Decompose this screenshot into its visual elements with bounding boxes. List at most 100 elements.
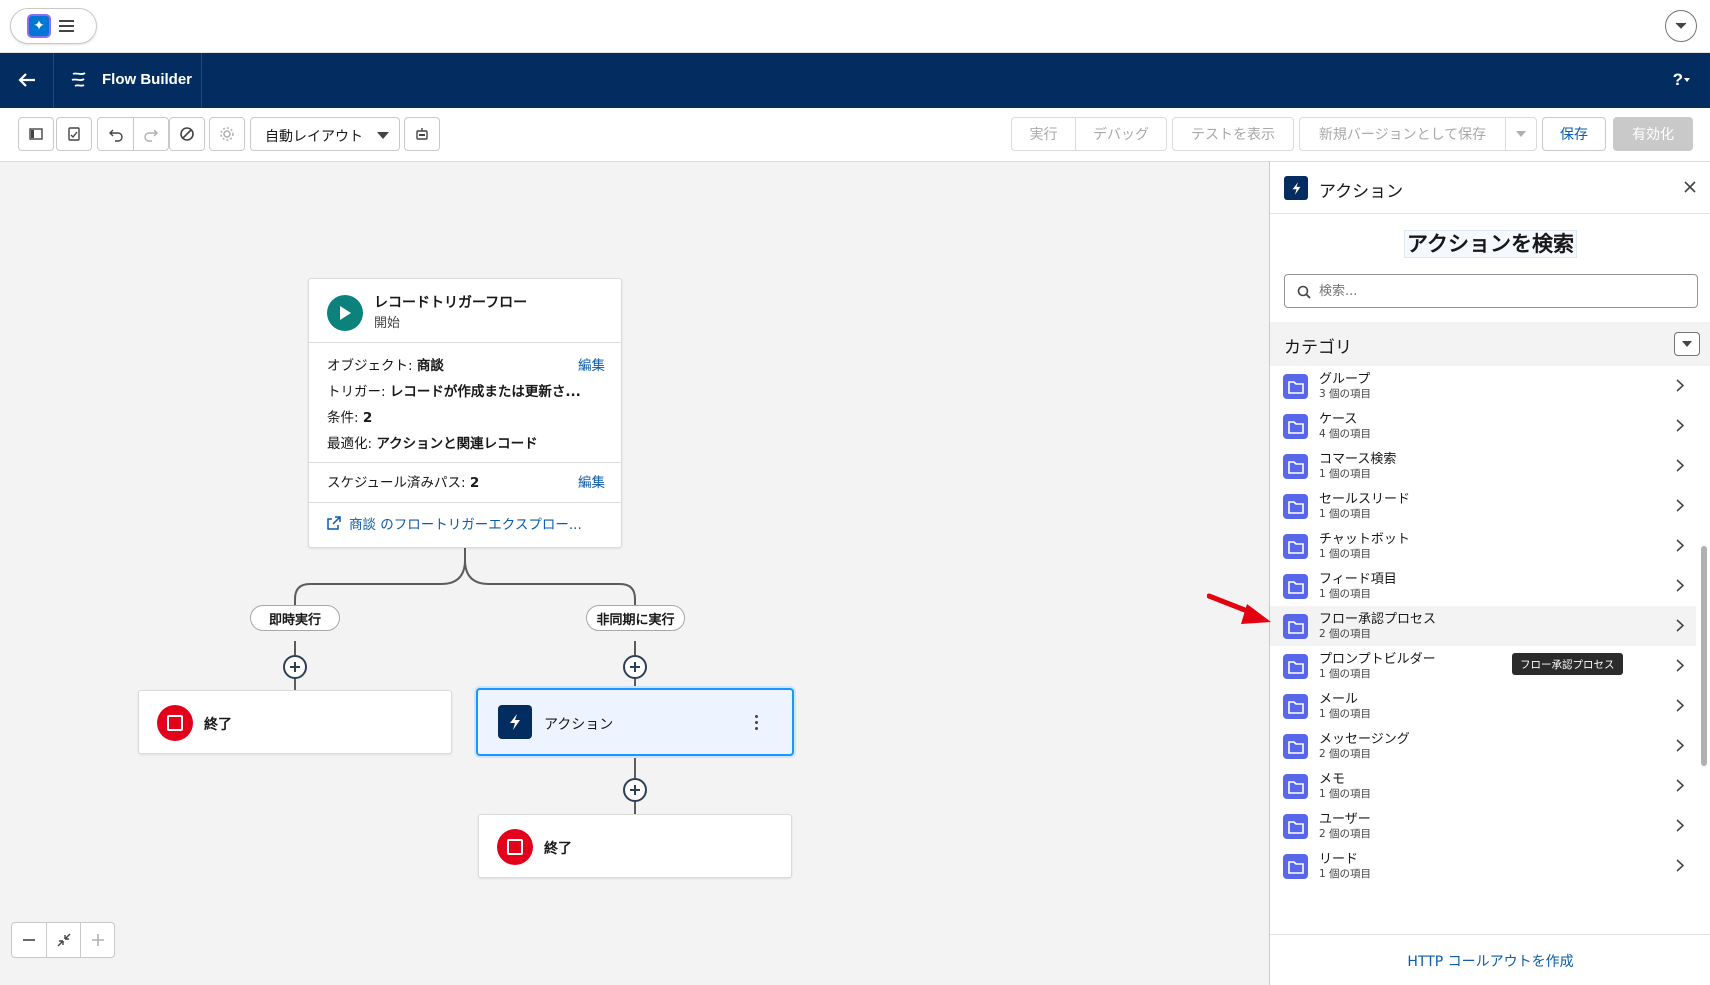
end-element-card[interactable]: 終了 bbox=[138, 690, 452, 754]
category-item[interactable]: セールスリード 1 個の項目 bbox=[1270, 486, 1696, 526]
scrollbar[interactable] bbox=[1701, 546, 1707, 766]
add-element-button[interactable] bbox=[283, 655, 307, 679]
flow-builder-header: Flow Builder ? bbox=[0, 53, 1710, 108]
create-http-callout-link[interactable]: HTTP コールアウトを作成 bbox=[1270, 934, 1710, 985]
undo-icon bbox=[108, 129, 123, 142]
hamburger-icon[interactable] bbox=[59, 20, 74, 32]
debug-button[interactable]: デバッグ bbox=[1075, 117, 1167, 151]
category-item[interactable]: グループ 3 個の項目 bbox=[1270, 366, 1696, 406]
search-input[interactable] bbox=[1319, 281, 1679, 301]
category-item[interactable]: ケース 4 個の項目 bbox=[1270, 406, 1696, 446]
edit-object-link[interactable]: 編集 bbox=[578, 354, 605, 374]
branch-immediate-label[interactable]: 即時実行 bbox=[250, 605, 340, 631]
category-item[interactable]: メモ 1 個の項目 bbox=[1270, 766, 1696, 806]
category-item[interactable]: プロンプトビルダー 1 個の項目 bbox=[1270, 646, 1696, 686]
plus-icon bbox=[630, 785, 640, 795]
zoom-out-button[interactable] bbox=[12, 923, 46, 957]
zoom-controls bbox=[11, 922, 115, 958]
chevron-right-icon bbox=[1676, 699, 1684, 712]
category-item[interactable]: フロー承認プロセス 2 個の項目 bbox=[1270, 606, 1696, 646]
robot-button[interactable] bbox=[404, 117, 440, 151]
trigger-explorer-link[interactable]: 商談 のフロートリガーエクスプロー... bbox=[309, 503, 621, 547]
block-icon bbox=[180, 127, 194, 141]
trigger-explorer-text: 商談 のフロートリガーエクスプロー... bbox=[349, 517, 582, 533]
optimize-value: アクションと関連レコード bbox=[376, 436, 538, 452]
category-item[interactable]: コマース検索 1 個の項目 bbox=[1270, 446, 1696, 486]
chevron-right-icon bbox=[1676, 579, 1684, 592]
sparkle-icon[interactable]: ✦ bbox=[27, 14, 51, 38]
category-name: フロー承認プロセス bbox=[1319, 612, 1437, 627]
object-value: 商談 bbox=[416, 358, 444, 374]
help-caret-icon[interactable] bbox=[1684, 78, 1690, 82]
category-item[interactable]: ユーザー 2 個の項目 bbox=[1270, 806, 1696, 846]
category-item[interactable]: メッセージング 2 個の項目 bbox=[1270, 726, 1696, 766]
tooltip: フロー承認プロセス bbox=[1512, 653, 1623, 675]
flow-icon bbox=[71, 72, 86, 87]
action-panel: アクション アクションを検索 カテゴリ グループ3 個の項目ケース4 個の項目コ… bbox=[1269, 162, 1710, 985]
chevron-down-icon bbox=[1675, 22, 1687, 29]
help-button[interactable]: ? bbox=[1673, 70, 1683, 90]
undo-button[interactable] bbox=[98, 118, 133, 150]
branch-async-label[interactable]: 非同期に実行 bbox=[586, 605, 685, 631]
end-label: 終了 bbox=[204, 717, 232, 733]
layout-select[interactable]: 自動レイアウト bbox=[250, 117, 400, 151]
category-name: メッセージング bbox=[1319, 732, 1410, 747]
errors-button[interactable] bbox=[169, 117, 205, 151]
end-element-card[interactable]: 終了 bbox=[478, 814, 792, 878]
redo-button[interactable] bbox=[133, 118, 168, 150]
activate-button[interactable]: 有効化 bbox=[1613, 117, 1693, 151]
zoom-in-button[interactable] bbox=[80, 923, 114, 957]
app-launcher-pill[interactable]: ✦ bbox=[10, 8, 97, 44]
category-item[interactable]: リード 1 個の項目 bbox=[1270, 846, 1696, 886]
flow-canvas[interactable]: レコードトリガーフロー 開始 オブジェクト: 商談 編集 トリガー: レコードが… bbox=[0, 162, 1269, 985]
start-title: レコードトリガーフロー bbox=[374, 295, 528, 311]
close-icon[interactable] bbox=[1683, 180, 1697, 194]
category-name: ケース bbox=[1319, 412, 1358, 427]
top-dropdown-button[interactable] bbox=[1665, 10, 1697, 42]
category-item[interactable]: チャットボット 1 個の項目 bbox=[1270, 526, 1696, 566]
category-name: メモ bbox=[1319, 772, 1346, 787]
toggle-sidebar-button[interactable] bbox=[18, 117, 54, 151]
folder-icon bbox=[1283, 374, 1308, 399]
add-element-button[interactable] bbox=[623, 655, 647, 679]
stop-icon bbox=[157, 705, 193, 741]
redo-icon bbox=[144, 129, 158, 142]
start-element-card[interactable]: レコードトリガーフロー 開始 オブジェクト: 商談 編集 トリガー: レコードが… bbox=[308, 278, 622, 548]
chevron-right-icon bbox=[1676, 459, 1684, 472]
plus-icon bbox=[290, 662, 300, 672]
fit-view-button[interactable] bbox=[46, 923, 80, 957]
add-element-button[interactable] bbox=[623, 778, 647, 802]
more-options-icon[interactable] bbox=[755, 715, 758, 730]
run-button[interactable]: 実行 bbox=[1011, 117, 1076, 151]
toolbox-button[interactable] bbox=[56, 117, 92, 151]
folder-icon bbox=[1283, 574, 1308, 599]
folder-icon bbox=[1283, 654, 1308, 679]
category-name: リード bbox=[1319, 852, 1359, 867]
checklist-icon bbox=[68, 127, 80, 141]
chevron-right-icon bbox=[1676, 779, 1684, 792]
panel-heading: アクションを検索 bbox=[1270, 228, 1710, 258]
lightning-icon bbox=[498, 705, 532, 739]
category-list: グループ 3 個の項目 ケース 4 個の項目 コマース検索 1 個の項目 セールスリード 1 … bbox=[1270, 366, 1696, 886]
save-options-button[interactable] bbox=[1505, 117, 1537, 151]
toolbar: 自動レイアウト 実行 デバッグ テストを表示 新規バージョンとして保存 保存 有… bbox=[0, 108, 1710, 162]
chevron-right-icon bbox=[1676, 739, 1684, 752]
search-box[interactable] bbox=[1284, 274, 1698, 308]
save-button[interactable]: 保存 bbox=[1542, 117, 1606, 151]
category-dropdown-button[interactable] bbox=[1674, 332, 1700, 356]
back-button[interactable] bbox=[16, 69, 38, 91]
start-details: オブジェクト: 商談 編集 トリガー: レコードが作成または更新さ... 条件:… bbox=[309, 343, 621, 463]
category-count: 2 個の項目 bbox=[1319, 628, 1372, 640]
view-tests-button[interactable]: テストを表示 bbox=[1172, 117, 1294, 151]
action-element-card[interactable]: アクション bbox=[476, 688, 794, 756]
category-item[interactable]: メール 1 個の項目 bbox=[1270, 686, 1696, 726]
caret-down-icon bbox=[1682, 341, 1692, 347]
save-as-new-version-button[interactable]: 新規バージョンとして保存 bbox=[1299, 117, 1506, 151]
settings-button[interactable] bbox=[209, 117, 245, 151]
category-count: 4 個の項目 bbox=[1319, 428, 1372, 440]
edit-scheduled-link[interactable]: 編集 bbox=[578, 471, 605, 491]
category-item[interactable]: フィード項目 1 個の項目 bbox=[1270, 566, 1696, 606]
folder-icon bbox=[1283, 454, 1308, 479]
category-name: グループ bbox=[1319, 372, 1371, 387]
folder-icon bbox=[1283, 494, 1308, 519]
